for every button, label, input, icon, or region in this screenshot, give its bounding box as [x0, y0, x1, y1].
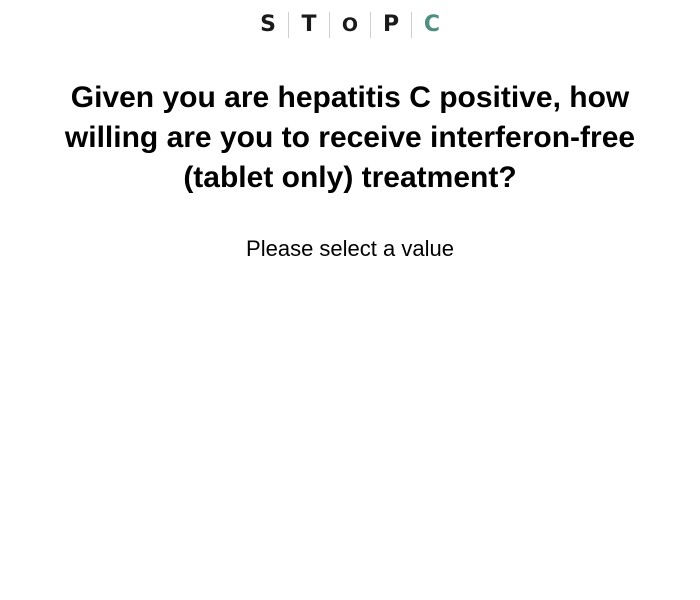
logo-letter-s: S: [260, 12, 276, 37]
logo-letter-p: P: [382, 12, 400, 37]
stop-c-logo: S T O P C: [0, 12, 700, 38]
logo-letter-t: T: [301, 12, 317, 37]
logo-letter-c: C: [423, 12, 441, 37]
logo-letter-o: O: [341, 14, 359, 36]
question-heading: Given you are hepatitis C positive, how …: [64, 81, 636, 194]
select-value-prompt: Please select a value: [246, 236, 454, 261]
